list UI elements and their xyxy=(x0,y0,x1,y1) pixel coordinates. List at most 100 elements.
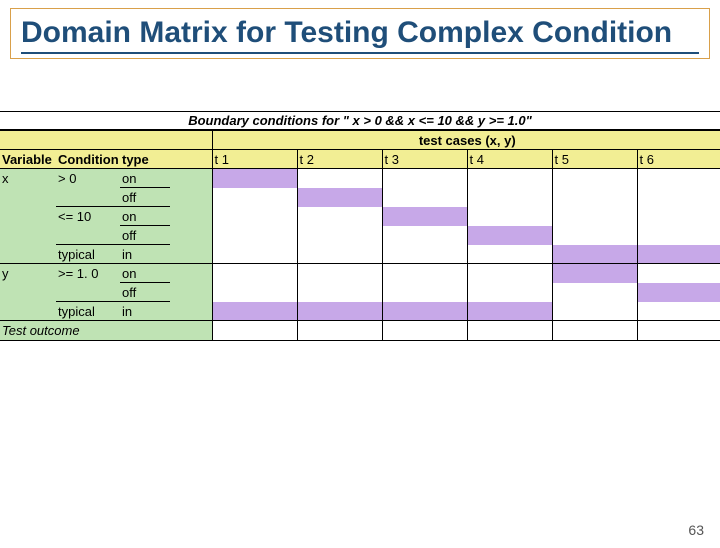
cell-t5 xyxy=(552,321,637,340)
data-row: y >= 1. 0 on xyxy=(0,264,720,283)
col-t3: t 3 xyxy=(382,150,467,169)
cell-t1 xyxy=(212,283,297,302)
cell-variable xyxy=(0,302,56,321)
cell-t1 xyxy=(212,245,297,264)
cell-t6 xyxy=(637,264,720,283)
slide-title: Domain Matrix for Testing Complex Condit… xyxy=(21,15,699,50)
cell-t1 xyxy=(212,321,297,340)
cell-condition xyxy=(56,283,120,302)
cell-t5 xyxy=(552,207,637,226)
cell-t6 xyxy=(637,283,720,302)
cell-type: off xyxy=(120,188,170,207)
blank xyxy=(170,302,212,321)
matrix-table: test cases (x, y) Variable Condition typ… xyxy=(0,130,720,340)
blank xyxy=(170,169,212,188)
col-t1: t 1 xyxy=(212,150,297,169)
cell-t2 xyxy=(297,264,382,283)
cell-t3 xyxy=(382,207,467,226)
cell-t5 xyxy=(552,226,637,245)
cell-t1 xyxy=(212,207,297,226)
data-row: typical in xyxy=(0,302,720,321)
cell-t3 xyxy=(382,264,467,283)
cell-t2 xyxy=(297,207,382,226)
cell-variable xyxy=(0,245,56,264)
cell-t4 xyxy=(467,245,552,264)
cell-t2 xyxy=(297,321,382,340)
cell-variable xyxy=(0,188,56,207)
cell-t4 xyxy=(467,169,552,188)
cell-t6 xyxy=(637,226,720,245)
cell-t4 xyxy=(467,302,552,321)
cell-type: in xyxy=(120,302,170,321)
header-row-2: Variable Condition type t 1 t 2 t 3 t 4 … xyxy=(0,150,720,169)
cell-t3 xyxy=(382,302,467,321)
outcome-row: Test outcome xyxy=(0,321,720,340)
cell-t1 xyxy=(212,188,297,207)
cell-t5 xyxy=(552,169,637,188)
col-t4: t 4 xyxy=(467,150,552,169)
cell-t1 xyxy=(212,264,297,283)
header-row-1: test cases (x, y) xyxy=(0,131,720,150)
title-container: Domain Matrix for Testing Complex Condit… xyxy=(10,8,710,59)
cell-t1 xyxy=(212,226,297,245)
blank xyxy=(120,131,170,150)
cell-condition: >= 1. 0 xyxy=(56,264,120,283)
cell-t6 xyxy=(637,321,720,340)
data-row: <= 10 on xyxy=(0,207,720,226)
cell-t2 xyxy=(297,283,382,302)
blank xyxy=(0,131,56,150)
blank xyxy=(170,245,212,264)
data-row: typical in xyxy=(0,245,720,264)
cell-variable xyxy=(0,207,56,226)
blank xyxy=(170,131,212,150)
cell-type: off xyxy=(120,226,170,245)
cell-t3 xyxy=(382,188,467,207)
cell-t6 xyxy=(637,169,720,188)
cell-t3 xyxy=(382,321,467,340)
col-type: type xyxy=(120,150,170,169)
cell-t4 xyxy=(467,226,552,245)
domain-matrix: Boundary conditions for " x > 0 && x <= … xyxy=(0,111,720,341)
col-t5: t 5 xyxy=(552,150,637,169)
cell-t6 xyxy=(637,188,720,207)
cell-type: on xyxy=(120,169,170,188)
cell-t3 xyxy=(382,283,467,302)
page-number: 63 xyxy=(688,522,704,538)
cell-t1 xyxy=(212,302,297,321)
cell-condition xyxy=(56,188,120,207)
cell-type: in xyxy=(120,245,170,264)
blank xyxy=(170,283,212,302)
cell-t2 xyxy=(297,226,382,245)
blank xyxy=(56,131,120,150)
cell-t4 xyxy=(467,207,552,226)
data-row: off xyxy=(0,226,720,245)
cell-t5 xyxy=(552,302,637,321)
cell-type: on xyxy=(120,264,170,283)
cell-variable xyxy=(0,226,56,245)
cell-variable: y xyxy=(0,264,56,283)
cell-t3 xyxy=(382,245,467,264)
cell-t5 xyxy=(552,188,637,207)
cell-t6 xyxy=(637,302,720,321)
cell-t2 xyxy=(297,245,382,264)
cell-condition: > 0 xyxy=(56,169,120,188)
cell-t5 xyxy=(552,283,637,302)
cell-condition xyxy=(56,226,120,245)
blank xyxy=(170,188,212,207)
cell-t2 xyxy=(297,188,382,207)
cell-variable: x xyxy=(0,169,56,188)
cell-t2 xyxy=(297,169,382,188)
outcome-label: Test outcome xyxy=(0,321,120,340)
blank xyxy=(170,226,212,245)
cell-t5 xyxy=(552,245,637,264)
cell-condition: typical xyxy=(56,245,120,264)
cell-t1 xyxy=(212,169,297,188)
cell-condition: typical xyxy=(56,302,120,321)
data-row: x > 0 on xyxy=(0,169,720,188)
cell-t6 xyxy=(637,245,720,264)
col-variable: Variable xyxy=(0,150,56,169)
cell-t3 xyxy=(382,169,467,188)
cell-t4 xyxy=(467,264,552,283)
data-row: off xyxy=(0,188,720,207)
cell-t4 xyxy=(467,188,552,207)
